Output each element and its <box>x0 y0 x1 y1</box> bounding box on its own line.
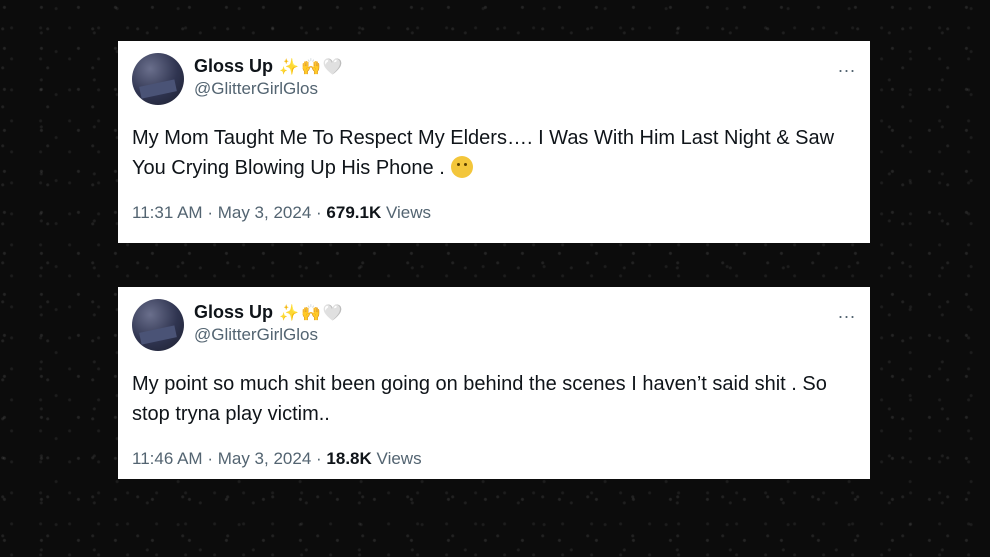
raised-hands-icon: 🙌 <box>300 58 323 76</box>
user-handle[interactable]: @GlitterGirlGlos <box>194 325 345 345</box>
display-name[interactable]: Gloss Up <box>194 302 273 323</box>
more-options-icon[interactable]: ... <box>838 303 856 321</box>
tweet-card[interactable]: Gloss Up ✨🙌🤍 @GlitterGirlGlos ... My poi… <box>118 287 870 479</box>
tweet-text: My point so much shit been going on behi… <box>132 373 827 425</box>
tweet-meta: 11:31 AM · May 3, 2024 · 679.1K Views <box>132 203 856 223</box>
tweet-body: My Mom Taught Me To Respect My Elders…. … <box>132 127 835 179</box>
name-row: Gloss Up ✨🙌🤍 <box>194 302 345 323</box>
separator: · <box>207 449 213 468</box>
name-row: Gloss Up ✨🙌🤍 <box>194 56 345 77</box>
pensive-face-icon <box>450 156 473 178</box>
raised-hands-icon: 🙌 <box>300 304 323 322</box>
views-count[interactable]: 679.1K <box>326 203 381 222</box>
separator: · <box>316 203 322 222</box>
tweet-meta: 11:46 AM · May 3, 2024 · 18.8K Views <box>132 449 856 469</box>
tweet-date[interactable]: May 3, 2024 <box>218 203 312 222</box>
tweet-date[interactable]: May 3, 2024 <box>218 449 312 468</box>
name-emojis: ✨🙌🤍 <box>279 57 345 77</box>
views-label: Views <box>385 203 432 222</box>
avatar[interactable] <box>132 53 184 105</box>
tweet-card[interactable]: Gloss Up ✨🙌🤍 @GlitterGirlGlos ... My Mom… <box>118 41 870 243</box>
separator: · <box>207 203 213 222</box>
sparkles-icon: ✨ <box>279 304 301 322</box>
tweet-text: My Mom Taught Me To Respect My Elders…. … <box>132 123 856 183</box>
more-options-icon[interactable]: ... <box>838 57 856 75</box>
white-heart-icon: 🤍 <box>322 58 345 76</box>
tweet-time[interactable]: 11:46 AM <box>132 449 203 468</box>
author-block: Gloss Up ✨🙌🤍 @GlitterGirlGlos <box>194 302 345 345</box>
author-block: Gloss Up ✨🙌🤍 @GlitterGirlGlos <box>194 56 345 99</box>
name-emojis: ✨🙌🤍 <box>279 303 345 323</box>
avatar[interactable] <box>132 299 184 351</box>
display-name[interactable]: Gloss Up <box>194 56 273 77</box>
views-label: Views <box>376 449 422 468</box>
user-handle[interactable]: @GlitterGirlGlos <box>194 79 345 99</box>
white-heart-icon: 🤍 <box>322 304 345 322</box>
views-count[interactable]: 18.8K <box>326 449 371 468</box>
separator: · <box>316 449 322 468</box>
sparkles-icon: ✨ <box>279 58 301 76</box>
tweet-time[interactable]: 11:31 AM <box>132 203 203 222</box>
tweet-header: Gloss Up ✨🙌🤍 @GlitterGirlGlos ... <box>132 299 856 351</box>
tweet-header: Gloss Up ✨🙌🤍 @GlitterGirlGlos ... <box>132 53 856 105</box>
